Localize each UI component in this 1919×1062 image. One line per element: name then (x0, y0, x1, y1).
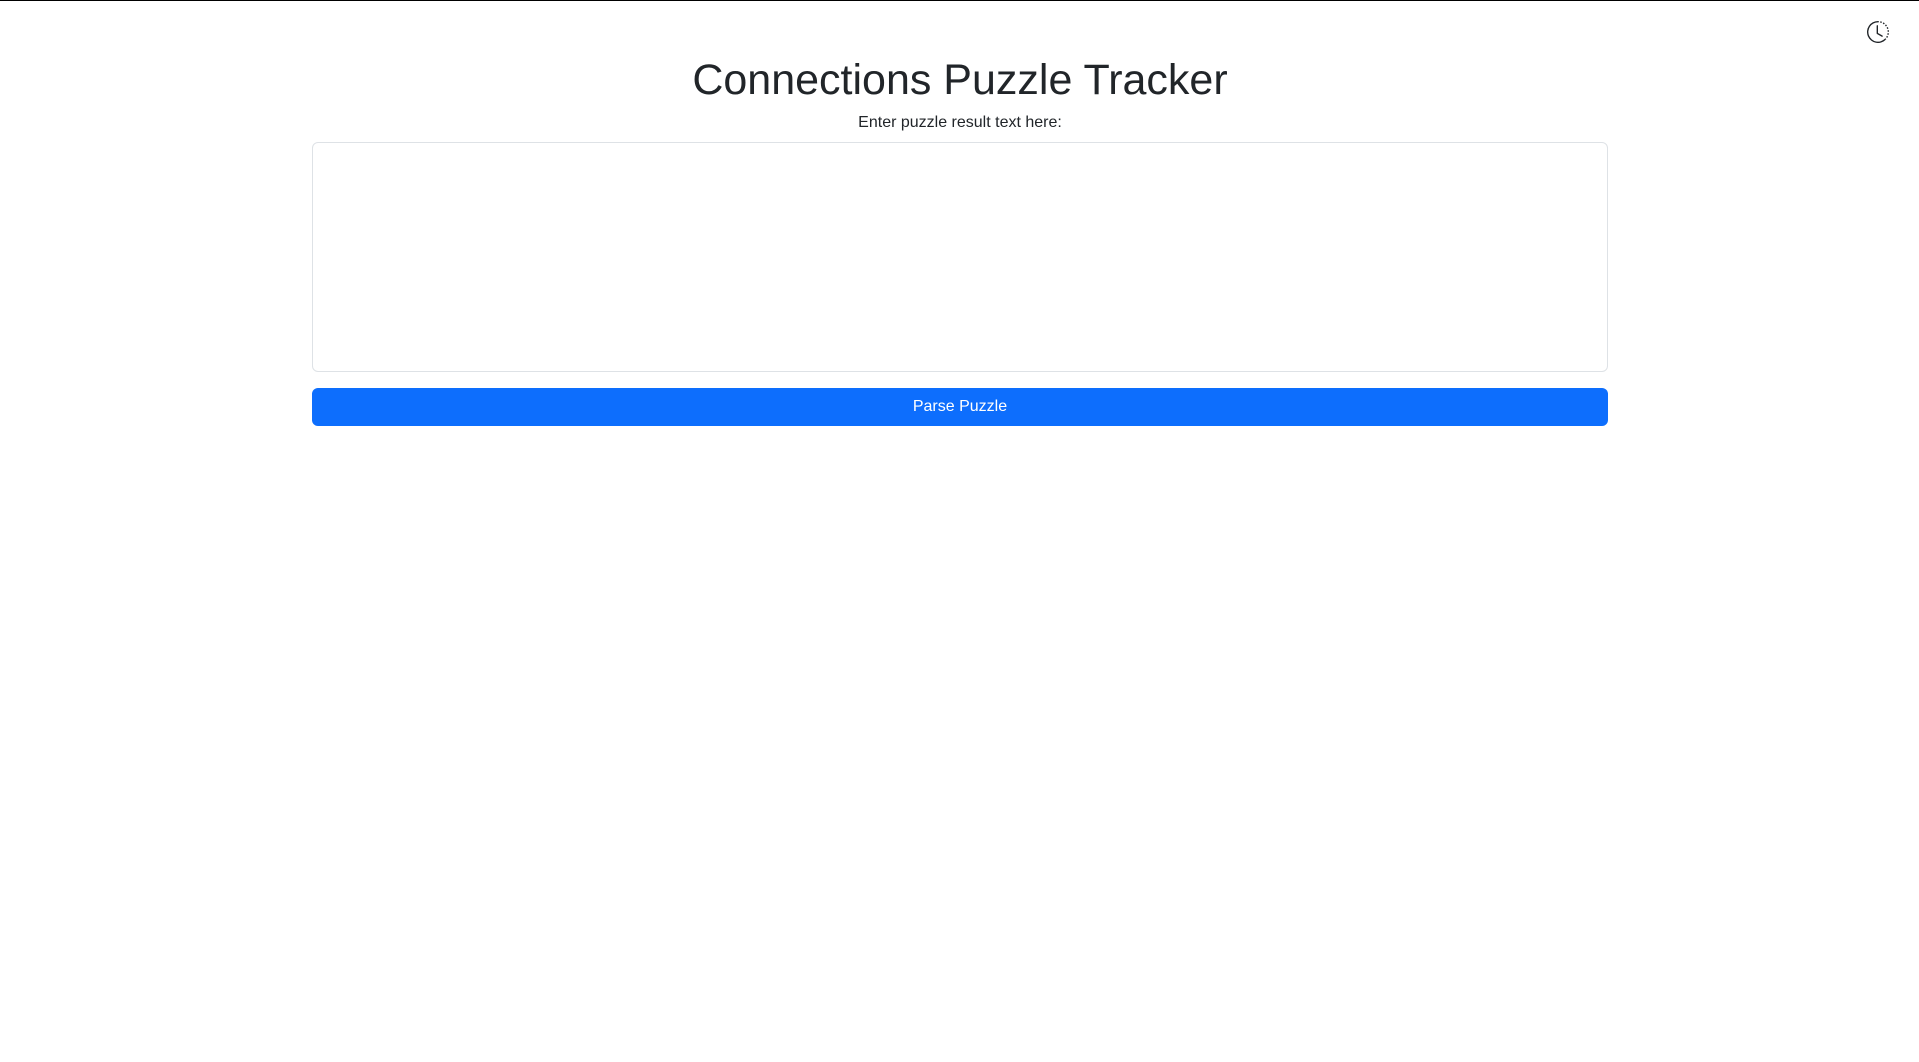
puzzle-input-label: Enter puzzle result text here: (858, 114, 1062, 131)
history-button[interactable] (1864, 18, 1892, 46)
parse-puzzle-button[interactable]: Parse Puzzle (312, 388, 1608, 426)
page-title: Connections Puzzle Tracker (692, 56, 1228, 104)
top-border-line (0, 0, 1919, 1)
history-icon (1867, 21, 1889, 43)
puzzle-result-textarea[interactable] (312, 142, 1608, 372)
